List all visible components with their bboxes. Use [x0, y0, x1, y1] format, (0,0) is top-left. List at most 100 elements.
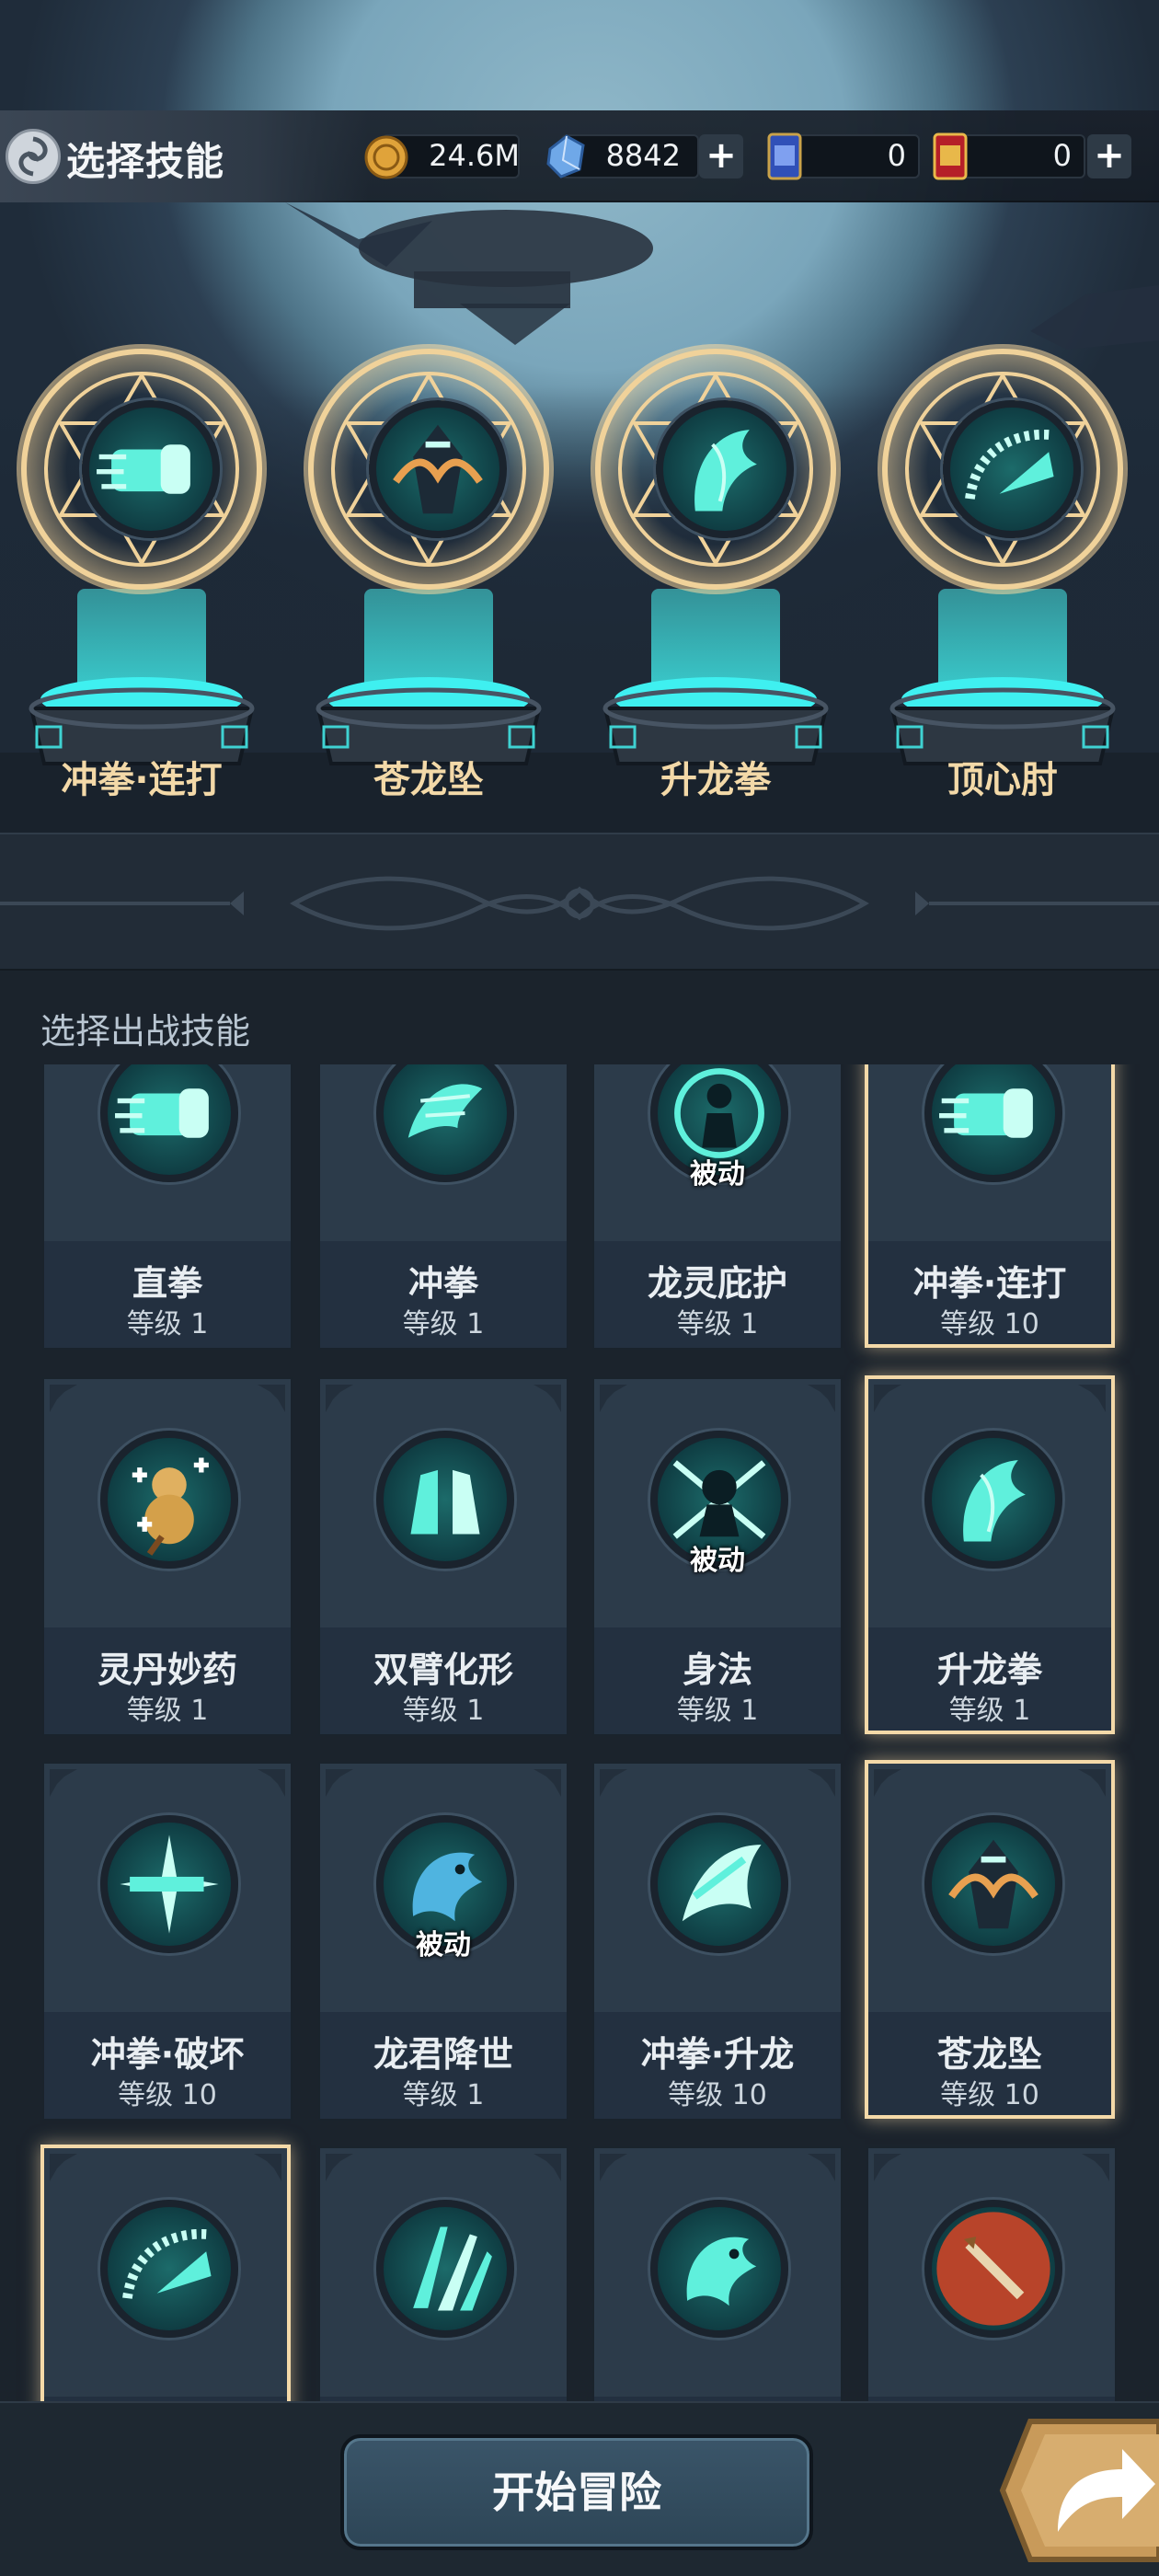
skill-name: 灵丹妙药 — [97, 1650, 237, 1690]
skill-level: 等级 10 — [940, 2079, 1039, 2111]
gold-ticket-counter: 0 + — [929, 131, 1131, 182]
skill-name: 冲拳 — [407, 1263, 478, 1304]
skill-name: 苍龙坠 — [936, 2034, 1042, 2075]
skill-card[interactable]: 直拳 等级 1 — [42, 1064, 293, 1350]
skill-name: 龙灵庇护 — [647, 1263, 787, 1304]
corner-ornament-icon — [600, 1769, 627, 1797]
corner-ornament-icon — [874, 1769, 901, 1797]
skill-list-title: 选择出战技能 — [40, 1011, 251, 1052]
skill-level: 等级 10 — [940, 1308, 1039, 1340]
corner-ornament-icon — [50, 1769, 77, 1797]
equipped-skill-label: 苍龙坠 — [373, 759, 484, 801]
elbow-strike-icon — [943, 400, 1081, 538]
corner-ornament-icon — [258, 1769, 285, 1797]
skill-level: 等级 1 — [402, 2079, 485, 2111]
skill-name: 冲拳·破坏 — [90, 2034, 245, 2075]
skill-grid[interactable]: 直拳 等级 1 冲拳 等级 1 被动 龙灵庇护 等级 1 冲拳·连打 等级 10… — [0, 1064, 1159, 2401]
corner-ornament-icon — [326, 1769, 353, 1797]
azure-dragon-icon — [924, 1815, 1062, 1953]
gold-counter: 24.6M — [363, 131, 529, 182]
skill-card[interactable] — [592, 2146, 843, 2401]
crystal-counter: 8842 + — [543, 131, 745, 182]
skill-card[interactable]: 冲拳·破坏 等级 10 — [42, 1762, 293, 2121]
corner-ornament-icon — [534, 2154, 561, 2181]
equipped-slot-3[interactable]: 升龙拳 — [578, 340, 854, 801]
bottom-bar: 开始冒险 — [0, 2401, 1159, 2576]
corner-ornament-icon — [1078, 1385, 1106, 1412]
skill-level: 等级 10 — [668, 2079, 767, 2111]
skill-card[interactable] — [40, 2145, 291, 2401]
fist-rising-icon — [650, 1815, 788, 1953]
skill-card[interactable]: 灵丹妙药 等级 1 — [42, 1377, 293, 1736]
airship-silhouette — [285, 202, 653, 345]
flame-sword-icon — [924, 2200, 1062, 2338]
gold-value: 24.6M — [429, 138, 520, 173]
skill-card[interactable]: 升龙拳 等级 1 — [865, 1375, 1115, 1734]
crystal-value: 8842 — [605, 138, 681, 173]
skill-card[interactable]: 被动 龙灵庇护 等级 1 — [592, 1064, 843, 1350]
azure-dragon-icon — [369, 400, 507, 538]
skill-name: 双臂化形 — [373, 1650, 513, 1690]
passive-badge: 被动 — [690, 1158, 745, 1190]
skill-level: 等级 1 — [126, 1695, 209, 1727]
corner-ornament-icon — [874, 2154, 901, 2181]
equipped-skill-label: 冲拳·连打 — [61, 759, 223, 801]
skill-card[interactable]: 苍龙坠 等级 10 — [865, 1760, 1115, 2119]
equipped-skill-label: 顶心肘 — [947, 759, 1058, 801]
equipped-slot-4[interactable]: 顶心肘 — [865, 340, 1141, 801]
gold-coin-icon — [364, 135, 408, 179]
gourd-icon — [100, 1431, 238, 1569]
skill-name: 升龙拳 — [936, 1650, 1042, 1690]
skill-name: 直拳 — [132, 1263, 202, 1304]
skill-card[interactable] — [318, 2146, 568, 2401]
corner-ornament-icon — [258, 1385, 285, 1412]
skill-name: 冲拳·连打 — [912, 1263, 1067, 1304]
skill-name: 冲拳·升龙 — [640, 2034, 795, 2075]
corner-ornament-icon — [326, 2154, 353, 2181]
blue-ticket-counter: 0 — [763, 131, 920, 182]
crystal-add-button[interactable]: + — [699, 134, 743, 178]
start-adventure-button[interactable]: 开始冒险 — [340, 2434, 813, 2550]
dragon-fist-icon — [376, 1064, 514, 1182]
skill-card[interactable] — [866, 2146, 1117, 2401]
skill-level: 等级 1 — [948, 1695, 1031, 1727]
corner-ornament-icon — [1078, 1769, 1106, 1797]
corner-ornament-icon — [50, 1385, 77, 1412]
corner-ornament-icon — [808, 1769, 835, 1797]
twin-arms-icon — [376, 1431, 514, 1569]
skill-name: 身法 — [682, 1650, 752, 1690]
passive-badge: 被动 — [690, 1545, 745, 1577]
skill-level: 等级 1 — [402, 1308, 485, 1340]
equipped-slot-1[interactable]: 冲拳·连打 — [4, 340, 280, 801]
fist-combo-icon — [82, 400, 220, 538]
fist-icon — [100, 1064, 238, 1182]
fist-break-icon — [100, 1815, 238, 1953]
blue-ticket-value: 0 — [887, 138, 906, 173]
skill-card[interactable]: 被动 龙君降世 等级 1 — [318, 1762, 568, 2121]
skill-card[interactable]: 冲拳·连打 等级 10 — [865, 1064, 1115, 1348]
skill-card[interactable]: 冲拳 等级 1 — [318, 1064, 568, 1350]
corner-ornament-icon — [534, 1769, 561, 1797]
skill-card[interactable]: 双臂化形 等级 1 — [318, 1377, 568, 1736]
page-title: 选择技能 — [66, 139, 225, 184]
corner-ornament-icon — [1082, 2154, 1109, 2181]
skill-card[interactable]: 冲拳·升龙 等级 10 — [592, 1762, 843, 2121]
skill-level: 等级 10 — [118, 2079, 217, 2111]
corner-ornament-icon — [254, 2154, 281, 2181]
share-arrow-icon[interactable] — [993, 2412, 1159, 2569]
skill-level: 等级 1 — [402, 1695, 485, 1727]
equipped-slot-2[interactable]: 苍龙坠 — [291, 340, 567, 801]
corner-ornament-icon — [326, 1385, 353, 1412]
corner-ornament-icon — [808, 2154, 835, 2181]
skill-name: 龙君降世 — [373, 2034, 513, 2075]
rising-dragon-icon — [656, 400, 794, 538]
rising-dragon-icon — [924, 1431, 1062, 1569]
water-dragon-icon — [650, 2200, 788, 2338]
skill-card[interactable]: 被动 身法 等级 1 — [592, 1377, 843, 1736]
top-bar: 选择技能 24.6M 8842 + 0 0 + — [0, 110, 1159, 202]
equipped-skill-label: 升龙拳 — [660, 759, 771, 801]
gold-ticket-add-button[interactable]: + — [1087, 134, 1131, 178]
fist-combo-icon — [924, 1064, 1062, 1182]
corner-ornament-icon — [600, 1385, 627, 1412]
skill-level: 等级 1 — [676, 1695, 759, 1727]
